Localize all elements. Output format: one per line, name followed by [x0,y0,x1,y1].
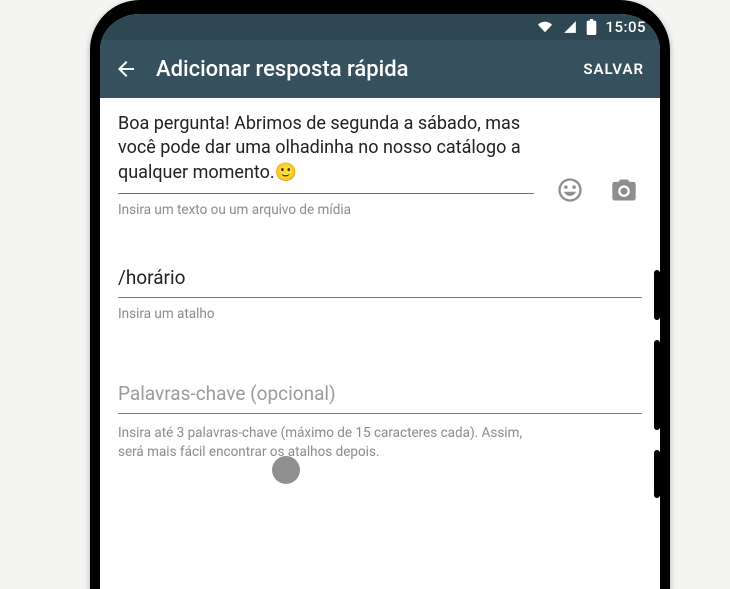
page-title: Adicionar resposta rápida [156,57,563,82]
shortcut-input[interactable] [118,262,642,298]
phone-side-button [654,270,660,320]
back-button[interactable] [110,53,142,85]
phone-side-button [654,340,660,430]
battery-icon [586,19,597,35]
emoji-icon [556,176,584,204]
status-bar: 15:05 [100,14,660,40]
cellular-signal-icon [562,20,578,34]
app-bar: Adicionar resposta rápida SALVAR [100,40,660,98]
phone-frame: 15:05 Adicionar resposta rápida SALVAR B… [90,0,670,589]
phone-side-button [654,450,660,498]
emoji-button[interactable] [552,172,588,208]
wifi-icon [536,20,554,34]
content-area: Boa pergunta! Abrimos de segunda a sábad… [100,98,660,463]
status-time: 15:05 [605,18,646,36]
keywords-helper: Insira até 3 palavras-chave (máximo de 1… [118,424,538,463]
message-input[interactable]: Boa pergunta! Abrimos de segunda a sábad… [118,112,534,194]
camera-icon [610,176,638,204]
shortcut-helper: Insira um atalho [118,306,642,322]
keywords-input[interactable] [118,378,642,414]
save-button[interactable]: SALVAR [577,60,650,78]
camera-button[interactable] [606,172,642,208]
arrow-left-icon [114,57,138,81]
touch-indicator [272,456,300,484]
message-helper: Insira um texto ou um arquivo de mídia [118,202,534,218]
